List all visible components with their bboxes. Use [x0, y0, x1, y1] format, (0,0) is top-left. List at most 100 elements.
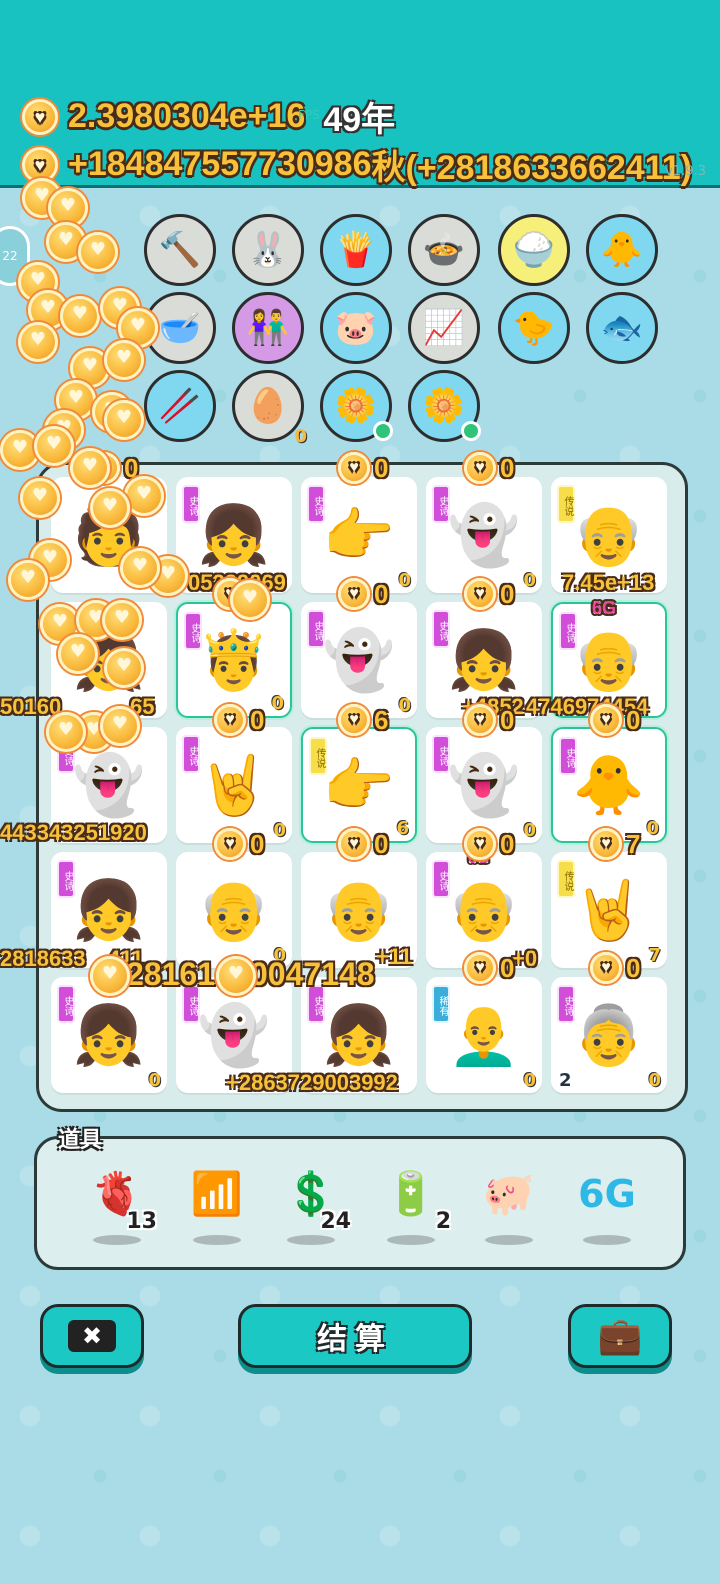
coin-icon [90, 956, 130, 996]
character-icon: 👉 [322, 750, 396, 819]
6g-icon: 6G [578, 1172, 636, 1216]
character-icon: 👧 [72, 875, 146, 944]
coin-icon [58, 634, 98, 674]
tool-shadow [485, 1235, 533, 1245]
rarity-badge: 史诗 [184, 612, 202, 650]
coin-gain-value: 0 [500, 828, 515, 859]
item-fries[interactable]: 🍟 [320, 214, 392, 286]
character-icon: 🤘 [572, 875, 646, 944]
year-label: 49年 [323, 101, 396, 139]
card-level: 0 [148, 1070, 161, 1091]
coin-icon [120, 548, 160, 588]
coin-icon [464, 952, 496, 984]
item-chick[interactable]: 🐤 [498, 292, 570, 364]
floating-number: +2863729003992 [226, 1070, 398, 1095]
coin-icon [214, 704, 246, 736]
rarity-badge: 史诗 [559, 612, 577, 650]
item-flower-pot-2[interactable]: 🌼 [408, 370, 481, 442]
item-couple[interactable]: 👫 [232, 292, 304, 364]
rarity-badge: 史诗 [57, 860, 75, 898]
character-icon: 👻 [322, 625, 396, 694]
rarity-badge: 史诗 [57, 985, 75, 1023]
tool-dollar-coin[interactable]: 💲 24 [271, 1159, 351, 1259]
coin-icon [338, 828, 370, 860]
item-piggy-bank[interactable]: 🐷 [320, 292, 392, 364]
tool-battery-pack[interactable]: 🔋 2 [371, 1159, 451, 1259]
character-icon: 👻 [72, 750, 146, 819]
coin-gain: 0 [464, 452, 514, 484]
item-fish-tank[interactable]: 🐟 [586, 292, 658, 364]
board-card[interactable]: 👻 史诗 0 [426, 477, 542, 593]
tool-6g[interactable]: 6G [567, 1159, 647, 1259]
fps-label: FPS [298, 108, 320, 122]
board-card[interactable]: 🐥 史诗 0 [551, 727, 667, 843]
item-egg-tray[interactable]: 🥚 0 [232, 370, 307, 447]
wifi-frame-icon: 📶 [190, 1169, 244, 1218]
coin-icon [464, 704, 496, 736]
coin-icon [104, 340, 144, 380]
item-chopsticks[interactable]: 🥢 [144, 370, 216, 442]
item-rabbit[interactable]: 🐰 [232, 214, 304, 286]
coin-icon [464, 828, 496, 860]
item-growth-chart[interactable]: 📈 [408, 292, 480, 364]
character-icon: 🐥 [572, 750, 646, 819]
character-icon: 👴 [197, 875, 271, 944]
tools-panel: 🫀 13 📶 💲 24 🔋 2 🐖 6G [34, 1136, 686, 1270]
tool-count: 24 [320, 1209, 351, 1234]
character-icon: 👴 [447, 875, 521, 944]
card-level: 0 [523, 1070, 536, 1091]
board-card[interactable]: 👴 0 [176, 852, 292, 968]
board-card[interactable]: 👨‍🦲 稀有 0 [426, 977, 542, 1093]
coin-gain-value: 0 [374, 452, 389, 483]
board-card[interactable]: 👵 史诗 0 2 [551, 977, 667, 1093]
coin-gain-value: 0 [500, 704, 515, 735]
item-chick-egg[interactable]: 🐥 [586, 214, 658, 286]
board-card[interactable]: 🤘 史诗 0 [176, 727, 292, 843]
coin-gain: 0 [590, 952, 640, 984]
hammer-icon: 🔨 [158, 230, 202, 270]
dog-bowl-icon: 🥣 [158, 308, 202, 348]
character-icon: 👧 [322, 1000, 396, 1069]
board-card[interactable]: 👉 史诗 0 [301, 477, 417, 593]
tool-wifi-frame[interactable]: 📶 [177, 1159, 257, 1259]
board-card[interactable]: 👻 史诗 0 [426, 727, 542, 843]
ready-indicator [373, 421, 393, 441]
character-icon: 👧 [72, 1000, 146, 1069]
rarity-badge: 史诗 [307, 610, 325, 648]
couple-icon: 👫 [246, 308, 290, 348]
coin-icon [104, 648, 144, 688]
coin-gain: 0 [464, 578, 514, 610]
board-card[interactable]: 👻 史诗 0 [301, 602, 417, 718]
card-level: 7 [648, 945, 661, 966]
piggy-bank-icon: 🐖 [482, 1169, 536, 1218]
coin-icon [464, 578, 496, 610]
item-hammer[interactable]: 🔨 [144, 214, 216, 286]
tool-piggy-bank[interactable]: 🐖 [469, 1159, 549, 1259]
item-pot[interactable]: 🍲 [408, 214, 480, 286]
item-rice[interactable]: 🍚 [498, 214, 570, 286]
board-card[interactable]: 🤘 传说 7 [551, 852, 667, 968]
board-card[interactable]: 🤴 史诗 0 [176, 602, 292, 718]
coin-gain: 6 [338, 704, 388, 736]
coin-icon [34, 426, 74, 466]
coin-gain-value: 0 [500, 578, 515, 609]
close-button[interactable]: ✖ [40, 1304, 144, 1368]
briefcase-icon: 💼 [597, 1316, 643, 1357]
card-level: 0 [398, 570, 411, 591]
item-flower-pot-1[interactable]: 🌼 [320, 370, 393, 442]
coin-icon [46, 712, 86, 752]
character-icon: 👻 [447, 750, 521, 819]
flower-pot-1-icon: 🌼 [334, 386, 378, 426]
coin-gain: 0 [590, 704, 640, 736]
board-card[interactable]: 👉 传说 6 [301, 727, 417, 843]
tool-liver[interactable]: 🫀 13 [77, 1159, 157, 1259]
coin-icon [60, 296, 100, 336]
rarity-badge: 史诗 [559, 737, 577, 775]
briefcase-button[interactable]: 💼 [568, 1304, 672, 1368]
coin-gain-value: 0 [500, 452, 515, 483]
income-rate: +184847557730986 [68, 145, 372, 183]
card-level: 0 [646, 818, 659, 839]
coin-icon [338, 452, 370, 484]
settle-button[interactable]: 结算 [238, 1304, 472, 1368]
coin-gain-value: 0 [250, 704, 265, 735]
